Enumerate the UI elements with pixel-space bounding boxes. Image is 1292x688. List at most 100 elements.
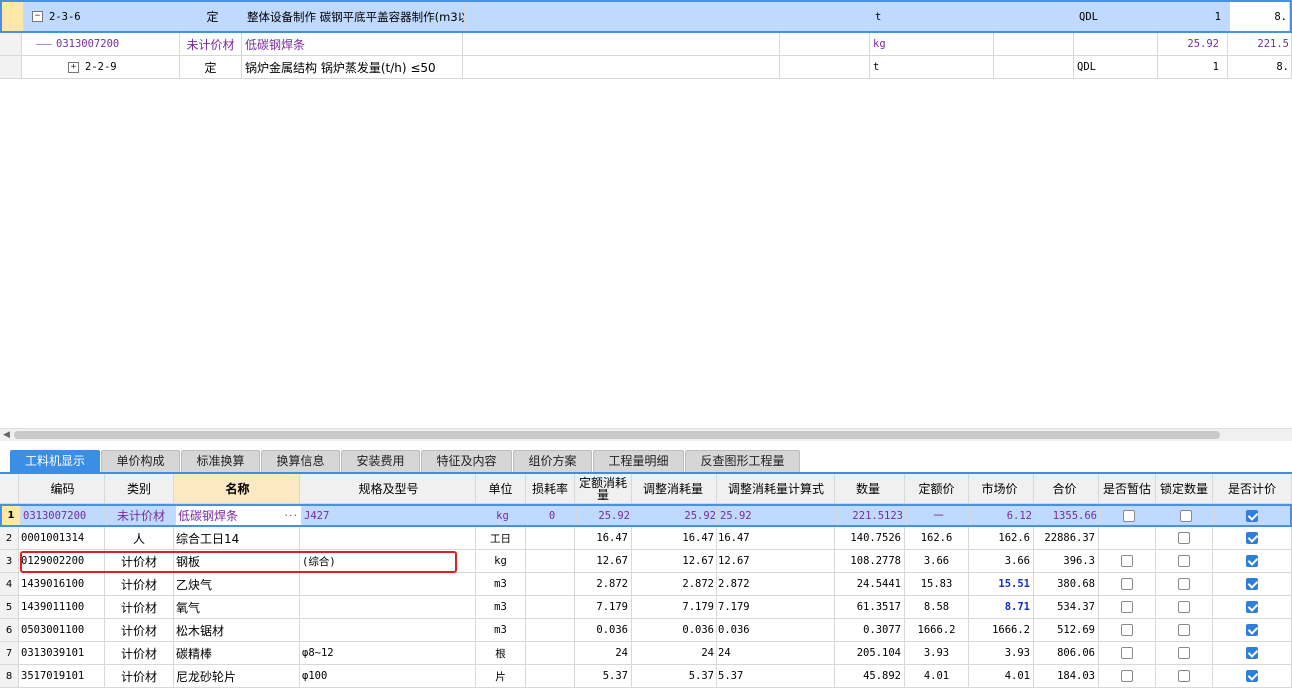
col-type[interactable]: 类别 <box>105 474 174 503</box>
cell-quota-price[interactable]: 1666.2 <box>905 619 969 641</box>
scrollbar-thumb[interactable] <box>14 431 1220 439</box>
cell-quota[interactable]: 12.67 <box>575 550 632 572</box>
is-priced-checkbox[interactable] <box>1246 647 1258 659</box>
row-number[interactable]: 5 <box>0 596 19 618</box>
table-row[interactable]: 5 1439011100 计价材 氧气 m3 7.179 7.179 7.179 61.3517… <box>0 596 1292 619</box>
table-row[interactable]: 0313007200 未计价材 低碳钢焊条 kg 25.92 221.5 <box>0 33 1292 56</box>
col-code[interactable]: 编码 <box>19 474 105 503</box>
cell-name[interactable]: 低碳钢焊条 ··· <box>176 506 302 525</box>
cell-loss[interactable] <box>526 527 575 549</box>
table-row[interactable]: 7 0313039101 计价材 碳精棒 φ8~12 根 24 24 24 205.104 3.93… <box>0 642 1292 665</box>
col-qty[interactable]: 数量 <box>835 474 905 503</box>
cell-spec[interactable]: φ8~12 <box>300 642 476 664</box>
cell-name[interactable]: 松木锯材 <box>174 619 300 641</box>
lock-qty-checkbox[interactable] <box>1178 555 1190 567</box>
table-row[interactable]: + 2-2-9 定 锅炉金属结构 锅炉蒸发量(t/h) ≤50 t QDL 1 … <box>0 56 1292 79</box>
cell-adjusted[interactable]: 25.92 <box>634 506 719 525</box>
cell-loss[interactable]: 0 <box>528 506 577 525</box>
cell-spec[interactable] <box>300 527 476 549</box>
col-spec[interactable]: 规格及型号 <box>300 474 476 503</box>
col-quota[interactable]: 定额消耗量 <box>575 474 632 503</box>
row-number[interactable]: 4 <box>0 573 19 595</box>
cell-qty[interactable]: 140.7526 <box>835 527 905 549</box>
row-indicator[interactable] <box>2 2 24 31</box>
cell-formula[interactable]: 7.179 <box>717 596 835 618</box>
col-lock[interactable]: 锁定数量 <box>1156 474 1213 503</box>
cell-type[interactable]: 计价材 <box>105 642 174 664</box>
cell-unit[interactable]: m3 <box>476 596 526 618</box>
cell-formula[interactable]: 2.872 <box>717 573 835 595</box>
temp-estimate-checkbox[interactable] <box>1121 647 1133 659</box>
tab-pricing-plan[interactable]: 组价方案 <box>513 450 592 472</box>
tab-graphic-quantity[interactable]: 反查图形工程量 <box>685 450 800 472</box>
cell-total[interactable]: 22886.37 <box>1034 527 1099 549</box>
cell-loss[interactable] <box>526 596 575 618</box>
lock-qty-checkbox[interactable] <box>1178 532 1190 544</box>
col-temp[interactable]: 是否暂估 <box>1099 474 1156 503</box>
collapse-icon[interactable]: − <box>32 11 43 22</box>
cell-qty[interactable]: 61.3517 <box>835 596 905 618</box>
cell-quota-price[interactable]: 8.58 <box>905 596 969 618</box>
cell-formula[interactable]: 16.47 <box>717 527 835 549</box>
cell-market-price[interactable]: 1666.2 <box>969 619 1034 641</box>
lock-qty-checkbox[interactable] <box>1178 670 1190 682</box>
col-quota-price[interactable]: 定额价 <box>905 474 969 503</box>
col-market-price[interactable]: 市场价 <box>969 474 1034 503</box>
cell-quota[interactable]: 7.179 <box>575 596 632 618</box>
tab-standard-conversion[interactable]: 标准换算 <box>181 450 260 472</box>
table-row[interactable]: 1 0313007200 未计价材 低碳钢焊条 ··· J427 kg 0 25.92 25.92… <box>0 504 1292 527</box>
is-priced-checkbox[interactable] <box>1246 578 1258 590</box>
cell-spec[interactable] <box>300 573 476 595</box>
is-priced-checkbox[interactable] <box>1246 509 1258 522</box>
cell-loss[interactable] <box>526 619 575 641</box>
cell-spec[interactable]: J427 <box>302 506 478 525</box>
cell-name[interactable]: 氧气 <box>174 596 300 618</box>
cell-type[interactable]: 人 <box>105 527 174 549</box>
row-number[interactable]: 7 <box>0 642 19 664</box>
cell-quota[interactable]: 2.872 <box>575 573 632 595</box>
row-number[interactable]: 2 <box>0 527 19 549</box>
cell-qty[interactable]: 221.5123 <box>837 506 907 525</box>
tab-conversion-info[interactable]: 换算信息 <box>261 450 340 472</box>
table-row[interactable]: 4 1439016100 计价材 乙炔气 m3 2.872 2.872 2.872 24.544… <box>0 573 1292 596</box>
cell-unit[interactable]: m3 <box>476 619 526 641</box>
cell-type[interactable]: 未计价材 <box>107 506 176 525</box>
cell-quota[interactable]: 24 <box>575 642 632 664</box>
cell-type[interactable]: 计价材 <box>105 573 174 595</box>
cell-total[interactable]: 806.06 <box>1034 642 1099 664</box>
cell-market-price[interactable]: 8.71 <box>969 596 1034 618</box>
table-row[interactable]: 8 3517019101 计价材 尼龙砂轮片 φ100 片 5.37 5.37 5.37 45.8… <box>0 665 1292 688</box>
cell-market-price[interactable]: 6.12 <box>971 506 1036 525</box>
scroll-left-icon[interactable]: ◀ <box>3 429 10 441</box>
cell-loss[interactable] <box>526 642 575 664</box>
table-row[interactable]: 6 0503001100 计价材 松木锯材 m3 0.036 0.036 0.036 0.307… <box>0 619 1292 642</box>
cell-unit[interactable]: kg <box>478 506 528 525</box>
cell-quota-price[interactable]: 15.83 <box>905 573 969 595</box>
is-priced-checkbox[interactable] <box>1246 601 1258 613</box>
cell-market-price[interactable]: 15.51 <box>969 573 1034 595</box>
lock-qty-checkbox[interactable] <box>1178 647 1190 659</box>
col-unit[interactable]: 单位 <box>476 474 526 503</box>
cell-loss[interactable] <box>526 550 575 572</box>
cell-adjusted[interactable]: 7.179 <box>632 596 717 618</box>
cell-name[interactable]: 碳精棒 <box>174 642 300 664</box>
row-number[interactable]: 6 <box>0 619 19 641</box>
tab-features[interactable]: 特征及内容 <box>421 450 512 472</box>
tab-quantity-detail[interactable]: 工程量明细 <box>593 450 684 472</box>
cell-adjusted[interactable]: 12.67 <box>632 550 717 572</box>
row-number[interactable]: 1 <box>2 506 21 525</box>
cell-formula[interactable]: 24 <box>717 642 835 664</box>
is-priced-checkbox[interactable] <box>1246 624 1258 636</box>
cell-market-price[interactable]: 3.93 <box>969 642 1034 664</box>
cell-adjusted[interactable]: 2.872 <box>632 573 717 595</box>
col-loss[interactable]: 损耗率 <box>526 474 575 503</box>
cell-total[interactable]: 396.3 <box>1034 550 1099 572</box>
is-priced-checkbox[interactable] <box>1246 555 1258 567</box>
cell-loss[interactable] <box>526 573 575 595</box>
cell-spec[interactable]: (综合) <box>300 550 476 572</box>
cell-type[interactable]: 计价材 <box>105 619 174 641</box>
row-number[interactable]: 3 <box>0 550 19 572</box>
col-adjusted[interactable]: 调整消耗量 <box>632 474 717 503</box>
temp-estimate-checkbox[interactable] <box>1121 601 1133 613</box>
cell-total[interactable]: 512.69 <box>1034 619 1099 641</box>
